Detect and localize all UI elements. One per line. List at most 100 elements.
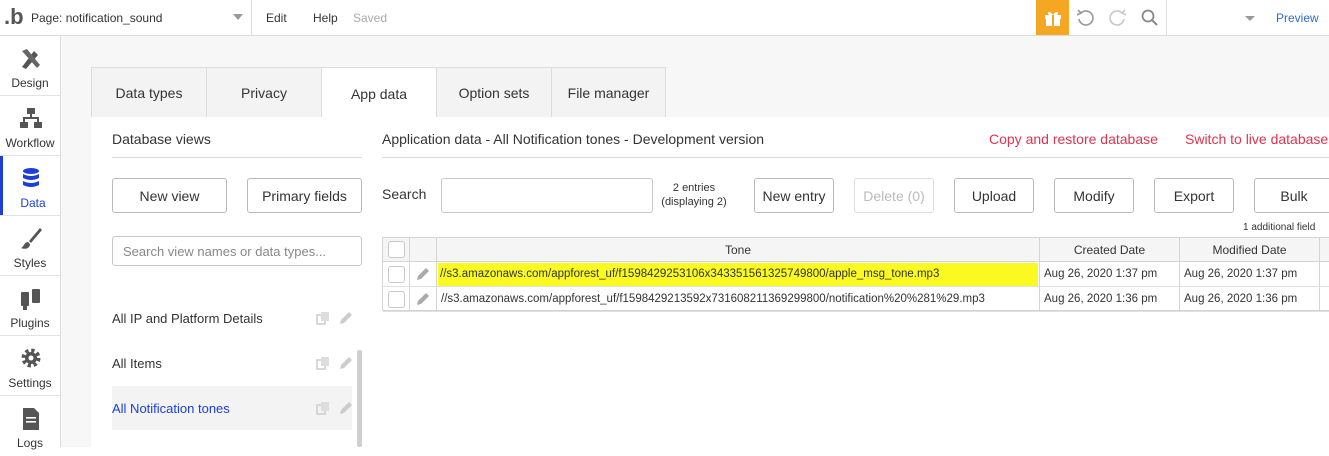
new-view-button[interactable]: New view: [112, 178, 227, 213]
tab-data-types[interactable]: Data types: [91, 67, 207, 118]
new-entry-button[interactable]: New entry: [754, 178, 834, 213]
redo-button[interactable]: [1108, 8, 1128, 31]
help-menu[interactable]: Help: [313, 11, 338, 25]
chevron-down-icon: [233, 14, 243, 20]
sidebar-item-styles[interactable]: Styles: [0, 216, 60, 276]
pencil-icon[interactable]: [338, 311, 354, 326]
search-label: Search: [382, 186, 427, 202]
sidebar-label: Data: [20, 196, 46, 210]
created-date-cell: Aug 26, 2020 1:37 pm: [1040, 262, 1180, 287]
left-sidebar: Design Workflow Data Styles Plugins Sett…: [0, 36, 61, 450]
tab-privacy[interactable]: Privacy: [206, 67, 322, 118]
sidebar-label: Styles: [13, 256, 47, 270]
search-button[interactable]: [1140, 8, 1160, 31]
database-icon: [23, 168, 39, 187]
additional-fields-note[interactable]: 1 additional field: [1243, 222, 1315, 233]
sidebar-item-settings[interactable]: Settings: [0, 336, 60, 396]
created-date-cell: Aug 26, 2020 1:36 pm: [1040, 287, 1180, 312]
tab-option-sets[interactable]: Option sets: [436, 67, 552, 118]
column-header-modified-date[interactable]: Modified Date: [1180, 238, 1320, 262]
tone-cell: //s3.amazonaws.com/appforest_uf/f1598429…: [437, 262, 1040, 287]
copy-restore-link[interactable]: Copy and restore database: [989, 131, 1158, 147]
delete-button[interactable]: Delete (0): [854, 178, 934, 213]
tab-app-data[interactable]: App data: [321, 67, 437, 119]
modified-date-cell: Aug 26, 2020 1:37 pm: [1180, 262, 1320, 287]
top-bar: .b Page: notification_sound Edit Help Sa…: [0, 0, 1329, 36]
pencil-icon[interactable]: [338, 401, 354, 416]
copy-icon[interactable]: [316, 401, 332, 416]
edit-header-cell: [410, 238, 437, 262]
sidebar-item-plugins[interactable]: Plugins: [0, 276, 60, 336]
view-actions: [316, 356, 354, 371]
column-header-created-date[interactable]: Created Date: [1040, 238, 1180, 262]
page-selector[interactable]: Page: notification_sound: [26, 0, 252, 36]
gift-icon: [1044, 11, 1061, 26]
view-name: All Notification tones: [112, 400, 230, 416]
entries-count: 2 entries (displaying 2): [655, 181, 733, 209]
database-views-title: Database views: [112, 131, 211, 147]
switch-live-link[interactable]: Switch to live database: [1185, 131, 1328, 147]
column-header-extra: [1320, 238, 1329, 262]
page-title: Application data - All Notification tone…: [382, 131, 765, 147]
tone-url: //s3.amazonaws.com/appforest_uf/f1598429…: [438, 262, 1038, 286]
bubble-logo[interactable]: .b: [4, 4, 24, 30]
sidebar-label: Workflow: [5, 136, 55, 150]
divider: [382, 157, 1329, 158]
sidebar-label: Plugins: [10, 316, 50, 330]
search-icon: [1141, 9, 1158, 26]
sidebar-label: Design: [11, 76, 49, 90]
pencil-icon[interactable]: [416, 267, 430, 281]
entries-total: 2 entries: [672, 182, 716, 194]
page-selector-label: Page: notification_sound: [31, 11, 163, 25]
modified-date-cell: Aug 26, 2020 1:36 pm: [1180, 287, 1320, 312]
sidebar-item-logs[interactable]: Logs: [0, 396, 60, 456]
select-all-checkbox[interactable]: [387, 241, 405, 258]
undo-button[interactable]: [1075, 8, 1095, 31]
edit-cell: [410, 287, 437, 312]
gear-icon: [21, 348, 41, 368]
tone-cell: //s3.amazonaws.com/appforest_uf/f1598429…: [437, 287, 1040, 312]
entries-displaying: (displaying 2): [661, 196, 727, 208]
export-button[interactable]: Export: [1154, 178, 1234, 213]
scrollbar[interactable]: [357, 350, 362, 447]
sidebar-item-design[interactable]: Design: [0, 36, 60, 96]
row-checkbox[interactable]: [387, 265, 405, 283]
primary-fields-button[interactable]: Primary fields: [247, 178, 362, 213]
plug-icon: [21, 289, 40, 310]
table-row-checkbox-cell: [383, 287, 410, 312]
bulk-button[interactable]: Bulk: [1254, 178, 1329, 213]
sidebar-item-workflow[interactable]: Workflow: [0, 96, 60, 156]
copy-icon[interactable]: [316, 311, 332, 326]
gift-button[interactable]: [1036, 0, 1069, 35]
pencil-icon[interactable]: [338, 356, 354, 371]
data-table: Tone Created Date Modified Date //s3.ama…: [382, 237, 1329, 312]
view-name: All Items: [112, 355, 162, 371]
brush-icon: [21, 228, 42, 249]
edit-menu[interactable]: Edit: [266, 11, 287, 25]
modify-button[interactable]: Modify: [1054, 178, 1134, 213]
design-icon: [22, 49, 40, 69]
column-header-tone[interactable]: Tone: [437, 238, 1040, 262]
sidebar-item-data[interactable]: Data: [0, 156, 60, 216]
edit-cell: [410, 262, 437, 287]
sidebar-label: Logs: [16, 436, 44, 450]
view-name: All IP and Platform Details: [112, 310, 263, 326]
upload-button[interactable]: Upload: [954, 178, 1034, 213]
view-search-input[interactable]: [112, 236, 362, 266]
view-actions: [316, 401, 354, 416]
tab-file-manager[interactable]: File manager: [551, 67, 666, 118]
version-selector[interactable]: [1166, 0, 1263, 36]
select-all-cell: [383, 238, 410, 262]
undo-icon: [1076, 9, 1094, 26]
copy-icon[interactable]: [316, 356, 332, 371]
preview-link[interactable]: Preview: [1276, 11, 1319, 25]
row-checkbox[interactable]: [387, 290, 405, 308]
divider: [112, 157, 362, 158]
chevron-down-icon: [1245, 16, 1255, 21]
view-actions: [316, 311, 354, 326]
search-input[interactable]: [441, 178, 653, 213]
redo-icon: [1109, 9, 1127, 26]
extra-cell: [1320, 287, 1329, 312]
pencil-icon[interactable]: [416, 292, 430, 306]
table-row-checkbox-cell: [383, 262, 410, 287]
